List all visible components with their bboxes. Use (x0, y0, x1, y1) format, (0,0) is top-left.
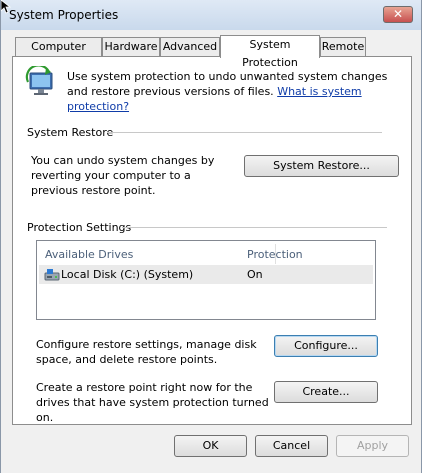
mouse-cursor-icon (1, 0, 11, 14)
column-header-available-drives[interactable]: Available Drives (45, 248, 133, 261)
close-button[interactable]: ✕ (383, 6, 413, 23)
tab-system-protection[interactable]: System Protection (220, 35, 320, 69)
drive-name: Local Disk (C:) (System) (61, 268, 194, 281)
protection-settings-heading: Protection Settings (27, 221, 132, 234)
create-button[interactable]: Create... (274, 381, 378, 403)
column-header-protection[interactable]: Protection (247, 248, 303, 261)
tab-advanced[interactable]: Advanced (160, 37, 220, 57)
title-bar[interactable]: System Properties ✕ (1, 0, 421, 30)
window-title: System Properties (9, 8, 119, 22)
drive-protection-status: On (247, 268, 263, 281)
drive-icon (44, 269, 60, 281)
protection-settings-divider (122, 227, 387, 228)
apply-button[interactable]: Apply (336, 435, 409, 457)
drives-table[interactable]: Available Drives Protection Local Disk (… (36, 240, 376, 320)
system-properties-window: System Properties ✕ Computer Name Hardwa… (0, 0, 422, 473)
table-row[interactable]: Local Disk (C:) (System) On (39, 265, 373, 284)
tab-remote[interactable]: Remote (320, 37, 366, 57)
system-restore-button[interactable]: System Restore... (244, 155, 399, 177)
create-description: Create a restore point right now for the… (36, 381, 269, 424)
tab-computer-name[interactable]: Computer Name (15, 37, 102, 71)
configure-description: Configure restore settings, manage disk … (36, 338, 257, 366)
tab-hardware[interactable]: Hardware (102, 37, 160, 57)
configure-button[interactable]: Configure... (274, 335, 378, 357)
cancel-button[interactable]: Cancel (255, 435, 328, 457)
system-restore-divider (107, 132, 382, 133)
system-restore-heading: System Restore (27, 126, 114, 139)
intro-paragraph: Use system protection to undo unwanted s… (67, 69, 397, 114)
system-protection-icon (25, 66, 53, 95)
system-restore-description: You can undo system changes by reverting… (31, 154, 215, 197)
ok-button[interactable]: OK (174, 435, 247, 457)
